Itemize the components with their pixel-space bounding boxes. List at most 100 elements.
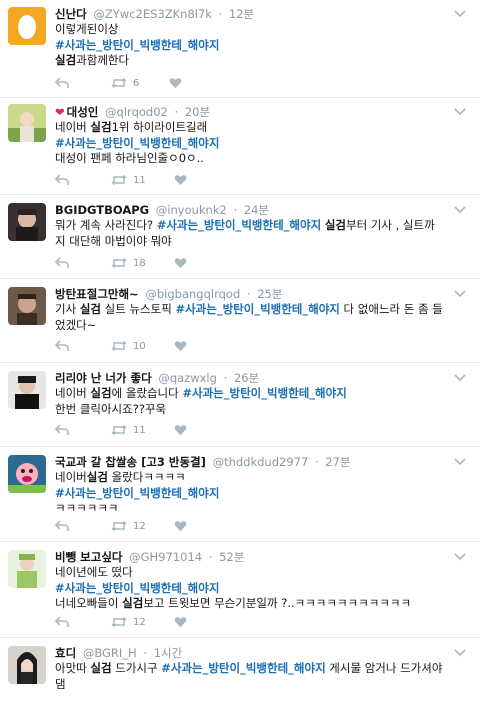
tweet[interactable]: ❤ 대성인 @qlrqod02 · 20분 네이버 실검1위 하이라이트길래 #사과… [0,98,480,195]
timestamp[interactable]: 12분 [229,7,254,21]
like-button[interactable] [174,616,201,628]
avatar[interactable] [8,7,46,45]
retweet-button[interactable]: 12 [111,616,146,628]
reply-button[interactable] [55,616,83,628]
tweet-header: 국교과 갈 찹쌀송 [고3 반동결] @thddkdud2977 · 27분 [55,454,466,470]
tweet-text-line: 댐 [55,677,466,693]
tweet-text-line: #사과는_방탄이_빅뱅한테_해야지 [55,581,466,597]
retweet-button[interactable]: 6 [111,77,141,89]
display-name[interactable]: 리리야 난 너가 좋다 [55,371,152,385]
hashtag-link[interactable]: #사과는_방탄이_빅뱅한테_해야지 [55,486,219,500]
tweet[interactable]: 효디 @BGRI_H · 1시간 아맛따 실검 드가시구 #사과는_방탄이_빅뱅… [0,638,480,727]
chevron-down-icon[interactable] [454,374,466,384]
display-name[interactable]: 효디 [55,646,76,660]
tweet[interactable]: 방탄표절그만해~ @bigbangqlrqod · 25분 기사 실검 실트 뉴… [0,279,480,363]
like-button[interactable] [169,77,196,89]
avatar[interactable] [8,104,46,142]
timestamp[interactable]: 24분 [244,203,269,217]
chevron-down-icon[interactable] [454,10,466,20]
display-name[interactable]: 국교과 갈 찹쌀송 [고3 반동결] [55,455,206,469]
heart-icon [174,616,187,628]
tweet[interactable]: 신난다 @ZYwc2ES3ZKn8l7k · 12분 이렇게된이상 #사과는_방탄… [0,0,480,98]
reply-button[interactable] [55,77,83,89]
chevron-down-icon[interactable] [454,290,466,300]
tweet-text: 뭐가 계속 사라진다? #사과는_방탄이_빅뱅한테_해야지 실검부터 기사 , … [55,218,466,249]
chevron-down-icon[interactable] [454,553,466,563]
timestamp[interactable]: 27분 [325,455,350,469]
display-name[interactable]: 신난다 [55,7,87,21]
like-button[interactable] [174,174,201,186]
hashtag-link[interactable]: #사과는_방탄이_빅뱅한테_해야지 [161,661,325,675]
reply-button[interactable] [55,340,83,352]
timestamp[interactable]: 52분 [219,550,244,564]
chevron-down-icon[interactable] [454,206,466,216]
user-handle[interactable]: @thddkdud2977 [213,455,309,469]
user-handle[interactable]: @qazwxlg [158,371,217,385]
tweet-text-line: 네이버실검 올랐다ㅋㅋㅋㅋ [55,470,466,486]
hashtag-link[interactable]: #사과는_방탄이_빅뱅한테_해야지 [182,386,346,400]
tweet[interactable]: 리리야 난 너가 좋다 @qazwxlg · 26분 네이버 실검에 올랐습니다… [0,363,480,447]
like-button[interactable] [174,257,201,269]
text-segment: 뭐가 계속 사라진다? [55,218,157,232]
timestamp[interactable]: 25분 [257,287,282,301]
retweet-button[interactable]: 18 [111,257,146,269]
tweet-text: 네이버실검 올랐다ㅋㅋㅋㅋ #사과는_방탄이_빅뱅한테_해야지 ㅋㅋㅋㅋㅋㅋ [55,470,466,517]
user-handle[interactable]: @inyouknk2 [156,203,227,217]
like-button[interactable] [174,520,201,532]
hashtag-link[interactable]: #사과는_방탄이_빅뱅한테_해야지 [55,38,219,52]
red-heart-icon: ❤ [55,105,65,119]
tweet-text-line: 너네오빠들이 실검보고 트윗보면 무슨기분일까 ?..ㅋㅋㅋㅋㅋㅋㅋㅋㅋㅋㅋ [55,596,466,612]
avatar[interactable] [8,550,46,588]
chevron-down-icon[interactable] [454,458,466,468]
user-handle[interactable]: @BGRI_H [83,646,137,660]
hashtag-link[interactable]: #사과는_방탄이_빅뱅한테_해야지 [55,136,219,150]
hashtag-link[interactable]: #사과는_방탄이_빅뱅한테_해야지 [55,581,219,595]
retweet-button[interactable]: 12 [111,520,146,532]
text-segment: ㅋㅋㅋㅋㅋㅋ [55,501,119,515]
avatar[interactable] [8,455,46,493]
text-segment: 에 올랐습니다 [111,386,183,400]
reply-button[interactable] [55,257,83,269]
retweet-icon [111,174,127,186]
tweet-text: 이렇게된이상 #사과는_방탄이_빅뱅한테_해야지 실검과함께한다 [55,22,466,69]
like-button[interactable] [174,424,201,436]
display-name[interactable]: BGIDGTBOAPG [55,203,149,217]
chevron-down-icon[interactable] [454,649,466,659]
reply-button[interactable] [55,174,83,186]
reply-button[interactable] [55,424,83,436]
text-segment: 다 없애느라 돈 좀 들 [339,302,443,316]
chevron-down-icon[interactable] [454,108,466,118]
reply-button[interactable] [55,520,83,532]
user-handle[interactable]: @GH971014 [129,550,202,564]
retweet-button[interactable]: 11 [111,174,146,186]
retweet-count: 12 [133,520,146,532]
avatar[interactable] [8,646,46,684]
tweet[interactable]: BGIDGTBOAPG @inyouknk2 · 24분 뭐가 계속 사라진다?… [0,195,480,279]
hashtag-link[interactable]: #사과는_방탄이_빅뱅한테_해야지 [175,302,339,316]
highlighted-keyword: 실검 [122,596,144,610]
timestamp[interactable]: 26분 [234,371,259,385]
avatar[interactable] [8,371,46,409]
text-segment: 지 대단해 마법이야 뭐야 [55,233,172,248]
tweet[interactable]: 국교과 갈 찹쌀송 [고3 반동결] @thddkdud2977 · 27분 네… [0,447,480,542]
retweet-button[interactable]: 10 [111,340,146,352]
display-name[interactable]: 비뺑 보고싶다 [55,550,122,564]
user-handle[interactable]: @qlrqod02 [105,105,168,119]
hashtag-link[interactable]: #사과는_방탄이_빅뱅한테_해야지 [157,218,321,232]
retweet-button[interactable]: 11 [111,424,146,436]
highlighted-keyword: 실검 [90,120,112,134]
reply-icon [55,424,69,436]
highlighted-keyword: 실검 [324,218,346,232]
timestamp[interactable]: 20분 [185,105,210,119]
avatar[interactable] [8,203,46,241]
avatar[interactable] [8,287,46,325]
text-segment: 네이버 [55,386,91,400]
user-handle[interactable]: @ZYwc2ES3ZKn8l7k [93,7,212,21]
display-name[interactable]: 대성인 [67,105,99,119]
timestamp[interactable]: 1시간 [154,646,182,660]
tweet[interactable]: 비뺑 보고싶다 @GH971014 · 52분 네이년에도 떴다 #사과는_방탄이… [0,542,480,638]
display-name[interactable]: 방탄표절그만해~ [55,287,139,301]
user-handle[interactable]: @bigbangqlrqod [145,287,240,301]
like-button[interactable] [174,340,201,352]
retweet-count: 12 [133,616,146,628]
